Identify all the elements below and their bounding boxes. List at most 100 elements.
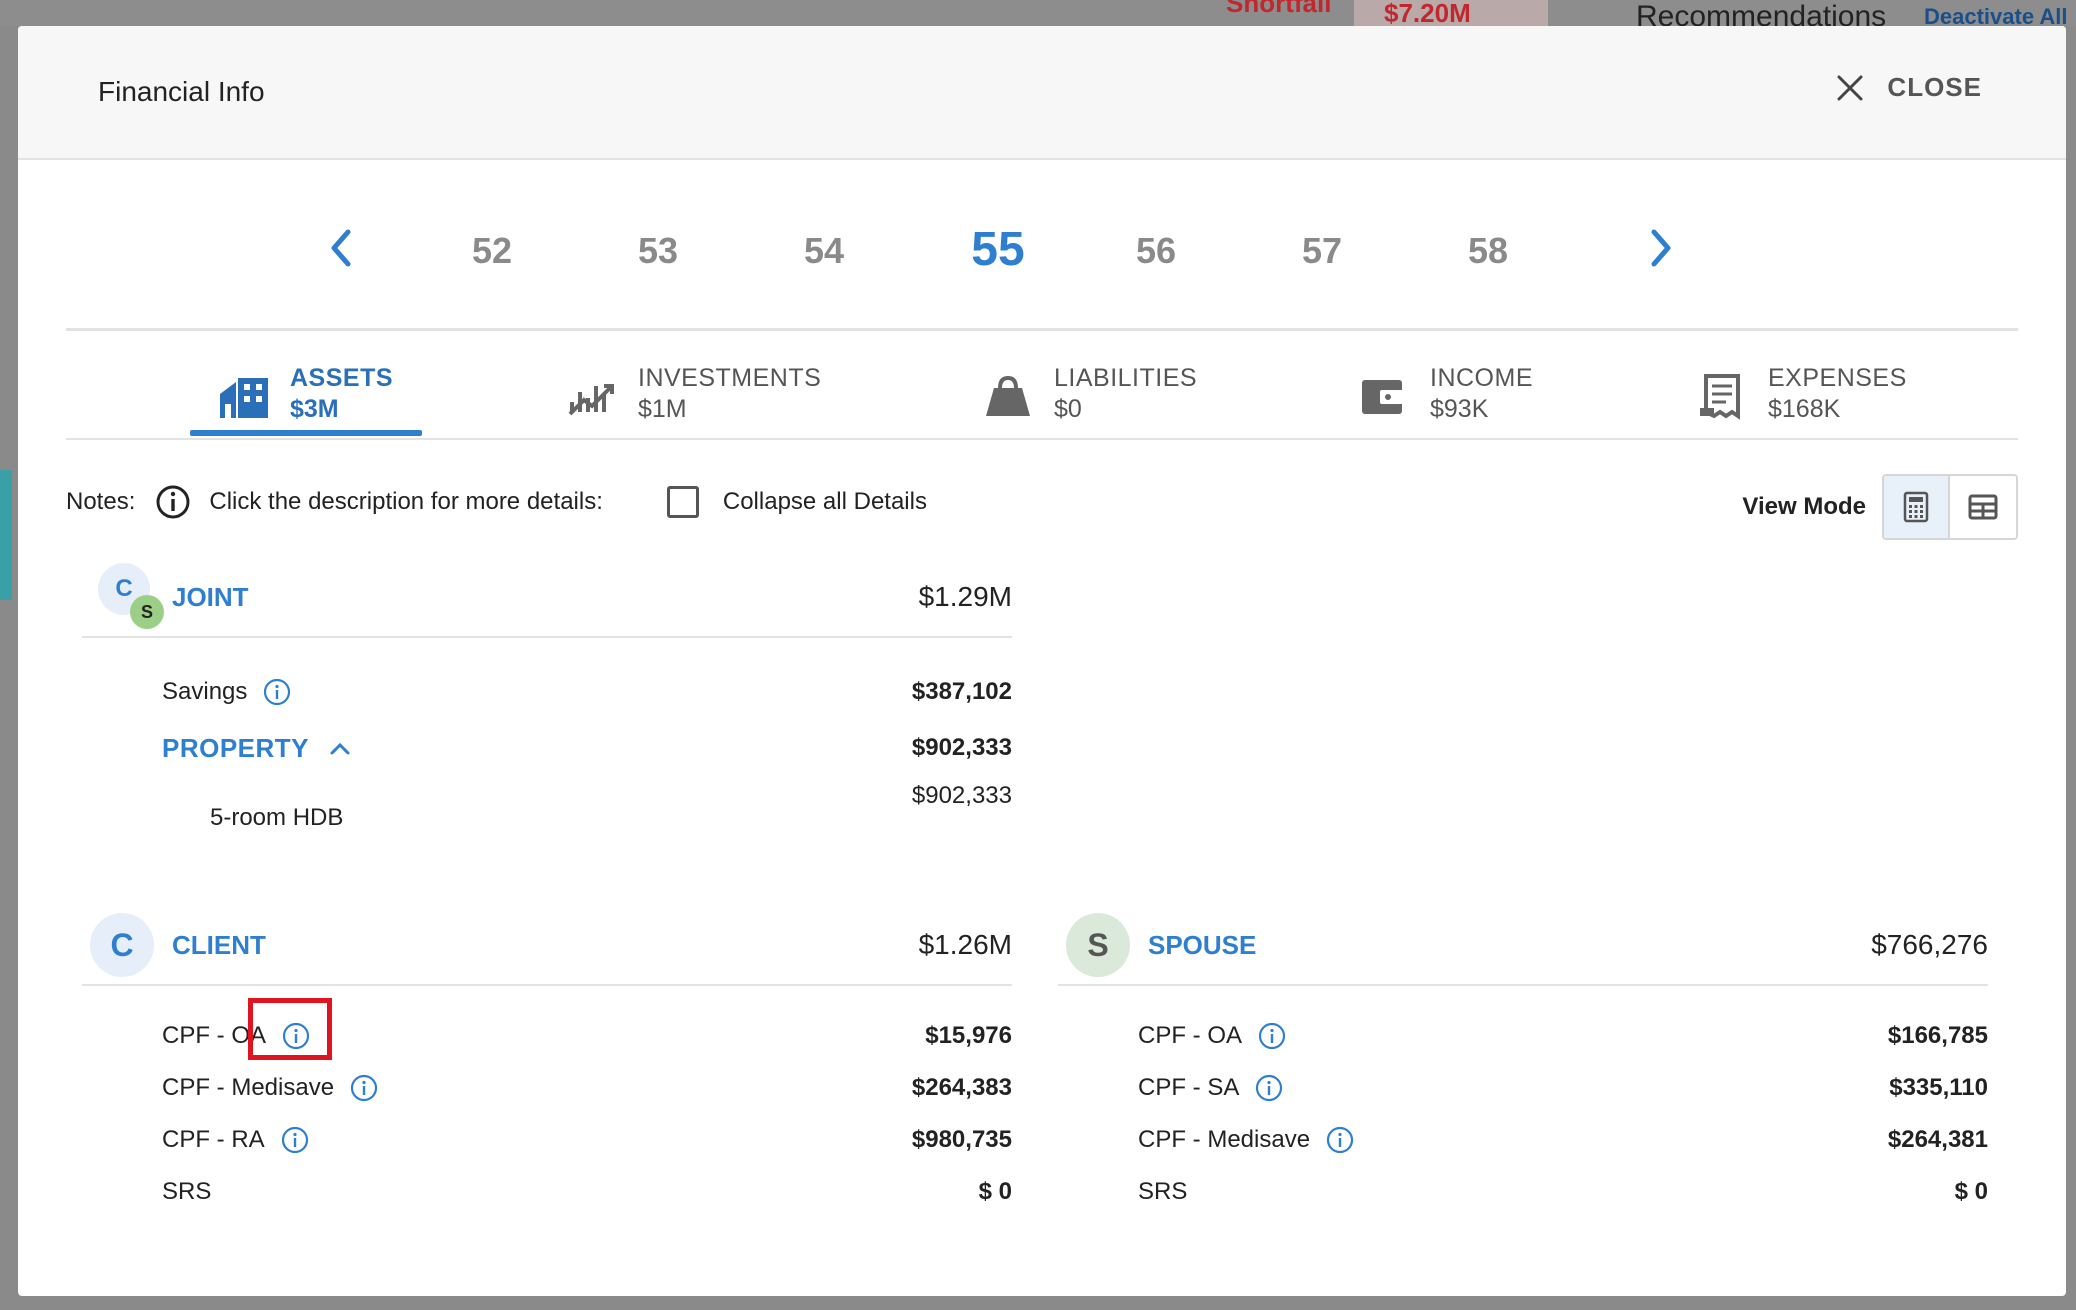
client-cpf-ra-value: $980,735 [911,1126,1012,1153]
spouse-total: $766,276 [1871,929,1988,960]
notes-label: Notes: [66,488,136,515]
client-cpf-oa-label[interactable]: CPF - OA [162,1022,266,1050]
age-52[interactable]: 52 [452,230,532,272]
list-item: 5-room HDB $902,333 [162,778,1012,838]
view-mode-buttons [1882,474,2018,540]
info-icon[interactable] [282,1022,310,1050]
joint-section: C S JOINT $1.29M Savings $387,102 PROPER… [82,558,1012,838]
age-prev-button[interactable] [322,224,362,274]
age-53[interactable]: 53 [618,230,698,272]
category-tabs: ASSETS $3M INVESTMENTS $1M LIABILITIES $… [66,332,2018,440]
client-cpf-medisave-label[interactable]: CPF - Medisave [162,1074,334,1102]
chart-growth-icon [568,384,614,416]
list-item: CPF - OA $166,785 [1138,1010,1988,1062]
info-icon[interactable] [1258,1022,1286,1050]
joint-rows: Savings $387,102 PROPERTY $902,333 5-roo… [82,638,1012,838]
list-item: Savings $387,102 [162,666,1012,718]
client-rows: CPF - OA $15,976 CPF - Medisave $264,383… [82,986,1012,1218]
collapse-all-checkbox[interactable] [666,486,699,518]
tab-assets-label: ASSETS [290,364,394,392]
close-label: CLOSE [1887,72,1982,102]
spouse-srs-label[interactable]: SRS [1138,1178,1187,1206]
property-title[interactable]: PROPERTY [162,733,309,764]
age-56[interactable]: 56 [1116,230,1196,272]
joint-title[interactable]: JOINT [172,582,249,613]
spouse-cpf-medisave-value: $264,381 [1887,1126,1988,1153]
age-54[interactable]: 54 [784,230,864,272]
close-icon [1837,75,1863,100]
property-item-label[interactable]: 5-room HDB [210,804,343,832]
tab-expenses-label: EXPENSES [1768,364,1907,392]
weight-icon [986,375,1030,416]
tab-liabilities-value: $0 [1054,395,1082,423]
age-55-active[interactable]: 55 [958,222,1038,277]
property-value: $902,333 [911,734,1012,761]
client-srs-label[interactable]: SRS [162,1178,211,1206]
client-title[interactable]: CLIENT [172,930,266,961]
property-item-value: $902,333 [911,782,1012,809]
age-next-button[interactable] [1640,224,1680,274]
list-item: CPF - OA $15,976 [162,998,1012,1062]
chevron-up-icon[interactable] [329,740,351,756]
client-header: C CLIENT $1.26M [82,906,1012,986]
tab-liabilities[interactable]: LIABILITIES $0 [982,364,1197,424]
info-icon[interactable] [1326,1126,1354,1154]
tab-investments[interactable]: INVESTMENTS $1M [566,364,821,424]
client-total: $1.26M [918,929,1012,960]
spouse-cpf-medisave-label[interactable]: CPF - Medisave [1138,1126,1310,1154]
tab-investments-label: INVESTMENTS [638,364,822,392]
calculator-icon [1903,491,1929,523]
spouse-cpf-oa-label[interactable]: CPF - OA [1138,1022,1242,1050]
modal-header: Financial Info CLOSE [18,26,2066,160]
tab-assets-value: $3M [290,395,339,423]
close-button[interactable]: CLOSE [1835,72,1982,103]
spouse-header: S SPOUSE $766,276 [1058,906,1988,986]
background-shortfall-amount: $7.20M [1354,0,1548,26]
client-section: C CLIENT $1.26M CPF - OA $15,976 CPF - M… [82,906,1012,1218]
tab-liabilities-label: LIABILITIES [1054,364,1198,392]
property-group: PROPERTY $902,333 [162,718,1012,778]
info-icon[interactable] [263,678,291,706]
spouse-section: S SPOUSE $766,276 CPF - OA $166,785 CPF … [1058,906,1988,1218]
list-item: CPF - Medisave $264,383 [162,1062,1012,1114]
info-icon[interactable] [281,1126,309,1154]
list-item: CPF - RA $980,735 [162,1114,1012,1166]
receipt-icon [1700,374,1740,420]
background-teal-tab [0,470,12,600]
spouse-srs-value: $ 0 [1954,1178,1988,1205]
tab-income[interactable]: INCOME $93K [1358,364,1533,424]
age-navigator: 52 53 54 55 56 57 58 [328,222,1698,282]
list-item: SRS $ 0 [162,1166,1012,1218]
info-icon[interactable] [1255,1074,1283,1102]
savings-label[interactable]: Savings [162,678,247,706]
financial-info-modal: Financial Info CLOSE 52 53 54 55 56 57 5… [18,26,2066,1296]
age-58[interactable]: 58 [1448,230,1528,272]
tab-assets[interactable]: ASSETS $3M [218,364,393,424]
info-icon[interactable] [350,1074,378,1102]
joint-total: $1.29M [918,581,1012,612]
collapse-all-label: Collapse all Details [722,488,927,515]
tab-expenses[interactable]: EXPENSES $168K [1696,364,1907,424]
joint-avatar-spouse: S [130,595,164,629]
client-cpf-ra-label[interactable]: CPF - RA [162,1126,265,1154]
view-mode-calculator-button[interactable] [1884,476,1950,538]
notes-text: Click the description for more details: [209,488,603,515]
client-cpf-oa-value: $15,976 [925,1022,1012,1049]
list-item: CPF - SA $335,110 [1138,1062,1988,1114]
view-mode-table-button[interactable] [1950,476,2016,538]
chevron-left-icon [331,229,351,267]
background-shortfall-label: Shortfall [1226,0,1332,18]
spouse-cpf-oa-value: $166,785 [1887,1022,1988,1049]
spouse-title[interactable]: SPOUSE [1148,930,1256,961]
client-srs-value: $ 0 [978,1178,1012,1205]
joint-header: C S JOINT $1.29M [82,558,1012,638]
active-tab-indicator [190,430,422,436]
tab-income-value: $93K [1430,395,1489,423]
age-57[interactable]: 57 [1282,230,1362,272]
spouse-cpf-sa-label[interactable]: CPF - SA [1138,1074,1239,1102]
savings-value: $387,102 [911,678,1012,705]
spouse-cpf-sa-value: $335,110 [1889,1074,1988,1101]
collapse-all-toggle[interactable]: Collapse all Details [666,486,927,518]
notes-row: Notes: Click the description for more de… [66,474,2018,540]
tab-investments-value: $1M [638,395,687,423]
